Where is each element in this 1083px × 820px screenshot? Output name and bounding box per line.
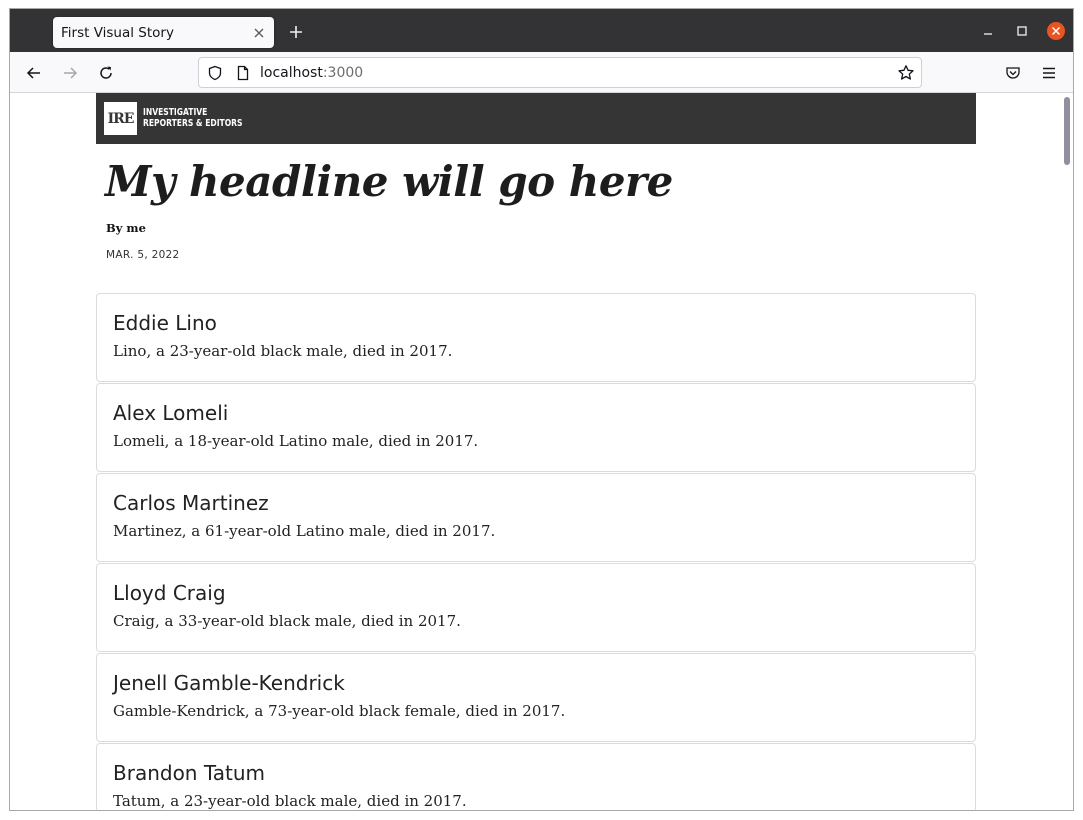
minimize-icon[interactable] xyxy=(977,20,999,42)
hamburger-menu-icon[interactable] xyxy=(1035,59,1063,87)
list-item: Lloyd Craig Craig, a 33-year-old black m… xyxy=(96,563,976,652)
org-name-line1: INVESTIGATIVE xyxy=(143,107,208,118)
tab-bar: First Visual Story xyxy=(10,9,1073,52)
url-bar[interactable]: localhost:3000 xyxy=(198,57,922,88)
card-name: Lloyd Craig xyxy=(113,581,226,605)
org-name: INVESTIGATIVE REPORTERS & EDITORS xyxy=(143,107,243,129)
url-text[interactable]: localhost:3000 xyxy=(260,65,363,81)
card-list: Eddie Lino Lino, a 23-year-old black mal… xyxy=(96,293,976,810)
scrollbar-thumb[interactable] xyxy=(1064,97,1070,165)
page-content: IRE INVESTIGATIVE REPORTERS & EDITORS My… xyxy=(10,93,1062,810)
masthead: IRE INVESTIGATIVE REPORTERS & EDITORS xyxy=(96,93,976,144)
tab-title: First Visual Story xyxy=(61,24,174,41)
card-description: Lino, a 23-year-old black male, died in … xyxy=(113,342,453,360)
card-description: Tatum, a 23-year-old black male, died in… xyxy=(113,792,467,810)
tab-first-visual-story[interactable]: First Visual Story xyxy=(53,17,274,48)
url-port: :3000 xyxy=(322,65,364,81)
card-name: Alex Lomeli xyxy=(113,401,229,425)
list-item: Carlos Martinez Martinez, a 61-year-old … xyxy=(96,473,976,562)
maximize-icon[interactable] xyxy=(1011,20,1033,42)
card-name: Jenell Gamble-Kendrick xyxy=(113,671,345,695)
card-description: Lomeli, a 18-year-old Latino male, died … xyxy=(113,432,479,450)
close-window-icon[interactable] xyxy=(1045,20,1067,42)
navigation-toolbar: localhost:3000 xyxy=(10,52,1073,93)
list-item: Alex Lomeli Lomeli, a 18-year-old Latino… xyxy=(96,383,976,472)
card-description: Martinez, a 61-year-old Latino male, die… xyxy=(113,522,496,540)
page-icon xyxy=(235,65,251,85)
byline: By me xyxy=(106,221,146,235)
vertical-scrollbar[interactable] xyxy=(1061,93,1073,810)
browser-window: First Visual Story localhost:3000 IRE IN… xyxy=(9,8,1074,811)
list-item: Eddie Lino Lino, a 23-year-old black mal… xyxy=(96,293,976,382)
back-arrow-icon[interactable] xyxy=(20,59,48,87)
reload-icon[interactable] xyxy=(92,59,120,87)
list-item: Brandon Tatum Tatum, a 23-year-old black… xyxy=(96,743,976,810)
card-description: Craig, a 33-year-old black male, died in… xyxy=(113,612,461,630)
card-description: Gamble-Kendrick, a 73-year-old black fem… xyxy=(113,702,566,720)
org-name-line2: REPORTERS & EDITORS xyxy=(143,118,243,129)
publish-date: MAR. 5, 2022 xyxy=(106,249,180,261)
star-icon[interactable] xyxy=(897,64,915,86)
list-item: Jenell Gamble-Kendrick Gamble-Kendrick, … xyxy=(96,653,976,742)
card-name: Carlos Martinez xyxy=(113,491,269,515)
url-host: localhost xyxy=(260,65,323,81)
ire-logo[interactable]: IRE xyxy=(104,102,137,135)
card-name: Eddie Lino xyxy=(113,311,217,335)
card-name: Brandon Tatum xyxy=(113,761,266,785)
shield-icon[interactable] xyxy=(207,65,223,85)
headline: My headline will go here xyxy=(105,157,673,206)
forward-arrow-icon[interactable] xyxy=(56,59,84,87)
plus-icon[interactable] xyxy=(284,20,308,44)
close-icon[interactable] xyxy=(246,20,272,46)
pocket-icon[interactable] xyxy=(999,59,1027,87)
